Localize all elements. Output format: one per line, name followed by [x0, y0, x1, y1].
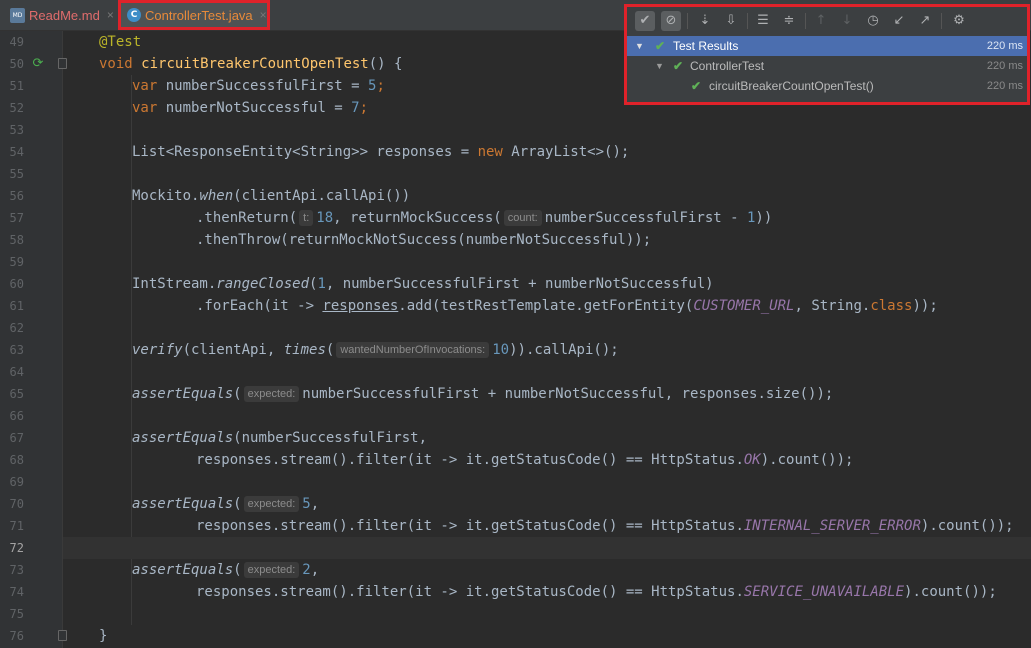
code-line: responses.stream().filter(it -> it.getSt…: [196, 518, 1014, 534]
line-number-current: 72: [9, 541, 24, 555]
test-node-label: circuitBreakerCountOpenTest(): [709, 79, 874, 93]
close-icon[interactable]: ×: [107, 8, 114, 22]
tab-readme[interactable]: MD ReadMe.md ×: [10, 0, 114, 30]
code-line: assertEquals(expected: 5,: [132, 496, 320, 512]
line-number: 60: [9, 277, 24, 291]
parameter-hint: expected:: [243, 562, 300, 578]
toolbar-separator: [941, 13, 942, 29]
check-icon: ✔: [655, 39, 666, 53]
code-line: .forEach(it -> responses.add(testRestTem…: [196, 298, 938, 314]
run-test-icon[interactable]: ⟳: [30, 56, 46, 72]
toolbar-separator: [687, 13, 688, 29]
line-number: 57: [9, 211, 24, 225]
line-number: 55: [9, 167, 24, 181]
test-tree-root[interactable]: ▼ ✔ Test Results 220 ms: [627, 36, 1027, 56]
test-duration: 220 ms: [986, 80, 1023, 92]
next-icon[interactable]: ↓: [837, 11, 857, 31]
code-line: .thenReturn(t: 18, returnMockSuccess(coun…: [196, 210, 773, 226]
toolbar-separator: [747, 13, 748, 29]
tab-label: ReadMe.md: [29, 7, 100, 23]
line-number: 68: [9, 453, 24, 467]
code-line: .thenThrow(returnMockNotSuccess(numberNo…: [196, 232, 652, 248]
markdown-file-icon: MD: [10, 7, 25, 23]
line-number: 63: [9, 343, 24, 357]
code-line: List<ResponseEntity<String>> responses =…: [132, 144, 630, 160]
line-number: 76: [9, 629, 24, 643]
expand-all-icon[interactable]: ☰: [753, 11, 773, 31]
parameter-hint: t:: [299, 210, 314, 226]
code-line: IntStream.rangeClosed(1, numberSuccessfu…: [132, 276, 714, 292]
parameter-hint: count:: [503, 210, 542, 226]
line-number: 66: [9, 409, 24, 423]
java-class-icon: C: [127, 8, 141, 22]
tab-label: ControllerTest.java: [145, 7, 253, 23]
line-number: 53: [9, 123, 24, 137]
import-icon[interactable]: ↙: [889, 11, 909, 31]
tab-controller-test[interactable]: C ControllerTest.java ×: [118, 0, 270, 30]
test-node-label: ControllerTest: [690, 59, 765, 73]
line-number: 50: [9, 57, 24, 71]
collapse-all-icon[interactable]: ≑: [779, 11, 799, 31]
line-number: 58: [9, 233, 24, 247]
parameter-hint: expected:: [243, 496, 300, 512]
settings-icon[interactable]: ⚙: [949, 11, 969, 31]
line-number: 71: [9, 519, 24, 533]
code-editor[interactable]: @Test void circuitBreakerCountOpenTest()…: [63, 31, 1031, 648]
code-line: responses.stream().filter(it -> it.getSt…: [196, 452, 854, 468]
previous-icon[interactable]: ↑: [811, 11, 831, 31]
test-results-panel: ✔ ⊘ ⇣ ⇩ ☰ ≑ ↑ ↓ ◷ ↙ ↗ ⚙ ▼ ✔ Test Results…: [624, 4, 1030, 105]
code-line: assertEquals(numberSuccessfulFirst,: [132, 430, 428, 446]
line-number: 75: [9, 607, 24, 621]
line-number: 64: [9, 365, 24, 379]
line-number-gutter: 49 50 51 52 53 54 55 56 57 58 59 60 61 6…: [0, 31, 67, 648]
chevron-down-icon[interactable]: ▼: [655, 56, 664, 76]
line-number: 52: [9, 101, 24, 115]
line-number: 49: [9, 35, 24, 49]
test-duration: 220 ms: [986, 40, 1023, 52]
code-line: responses.stream().filter(it -> it.getSt…: [196, 584, 997, 600]
code-line: assertEquals(expected: numberSuccessfulFi…: [132, 386, 834, 402]
check-icon: ✔: [691, 79, 702, 93]
code-line: Mockito.when(clientApi.callApi()): [132, 188, 411, 204]
line-number: 73: [9, 563, 24, 577]
test-duration: 220 ms: [986, 60, 1023, 72]
line-number: 51: [9, 79, 24, 93]
test-tree-class[interactable]: ▼ ✔ ControllerTest 220 ms: [627, 56, 1027, 76]
line-number: 67: [9, 431, 24, 445]
line-number: 70: [9, 497, 24, 511]
test-node-label: Test Results: [673, 39, 739, 53]
line-number: 59: [9, 255, 24, 269]
toolbar-separator: [805, 13, 806, 29]
export-icon[interactable]: ↗: [915, 11, 935, 31]
line-number: 62: [9, 321, 24, 335]
history-icon[interactable]: ◷: [863, 11, 883, 31]
parameter-hint: expected:: [243, 386, 300, 402]
current-line: [63, 537, 1031, 559]
code-line: assertEquals(expected: 2,: [132, 562, 320, 578]
parameter-hint: wantedNumberOfInvocations:: [336, 342, 490, 358]
line-number: 69: [9, 475, 24, 489]
check-icon: ✔: [673, 59, 684, 73]
test-tree-method[interactable]: ✔ circuitBreakerCountOpenTest() 220 ms: [627, 76, 1027, 96]
sort-alpha-icon[interactable]: ⇣: [695, 11, 715, 31]
cancel-icon[interactable]: ⊘: [661, 11, 681, 31]
test-results-toolbar: ✔ ⊘ ⇣ ⇩ ☰ ≑ ↑ ↓ ◷ ↙ ↗ ⚙: [627, 7, 1027, 35]
line-number: 56: [9, 189, 24, 203]
code-line: }: [99, 628, 108, 644]
close-icon[interactable]: ×: [260, 8, 267, 22]
line-number: 61: [9, 299, 24, 313]
sort-duration-icon[interactable]: ⇩: [721, 11, 741, 31]
check-icon[interactable]: ✔: [635, 11, 655, 31]
code-line: verify(clientApi, times(wantedNumberOfIn…: [132, 342, 619, 358]
line-number: 54: [9, 145, 24, 159]
line-number: 65: [9, 387, 24, 401]
chevron-down-icon[interactable]: ▼: [635, 36, 644, 56]
line-number: 74: [9, 585, 24, 599]
